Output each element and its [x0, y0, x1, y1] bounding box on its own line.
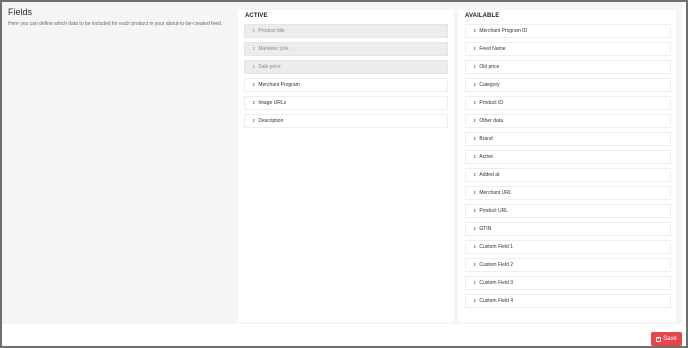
- active-field-item-label: Product title: [258, 28, 285, 34]
- available-field-item[interactable]: ⇕ Custom Field 3: [465, 276, 671, 290]
- available-field-item[interactable]: ⇕ Feed Name: [465, 42, 671, 56]
- drag-handle-icon[interactable]: ⇕: [473, 25, 476, 37]
- available-field-item-label: Added at: [479, 172, 500, 178]
- page-title: Fields: [8, 7, 33, 17]
- available-field-item-label: Product URL: [479, 208, 508, 214]
- drag-handle-icon[interactable]: ⇕: [473, 187, 476, 199]
- active-field-item[interactable]: ⇕ Marketer Link: [244, 42, 448, 56]
- available-field-item-label: Feed Name: [479, 46, 506, 52]
- active-column-title: ACTIVE: [245, 13, 268, 19]
- active-field-item-label: Description: [258, 118, 284, 124]
- available-field-item-label: Other data: [479, 118, 503, 124]
- available-field-item-label: Merchant Program ID: [479, 28, 528, 34]
- available-field-item[interactable]: ⇕ Active: [465, 150, 671, 164]
- available-field-item-label: Custom Field 1: [479, 244, 513, 250]
- drag-handle-icon[interactable]: ⇕: [252, 79, 255, 91]
- drag-handle-icon[interactable]: ⇕: [252, 43, 255, 55]
- available-field-item[interactable]: ⇕ Product URL: [465, 204, 671, 218]
- floppy-disk-icon: [656, 336, 662, 342]
- available-column-title: AVAILABLE: [465, 13, 500, 19]
- drag-handle-icon[interactable]: ⇕: [473, 79, 476, 91]
- active-field-item-label: Sale price: [258, 64, 281, 70]
- available-field-item[interactable]: ⇕ Other data: [465, 114, 671, 128]
- available-field-item-label: Category: [479, 82, 500, 88]
- active-fields-column: ACTIVE ⇕ Product title ⇕ Marketer Link ⇕ Sale…: [238, 10, 454, 322]
- available-field-item-label: Custom Field 4: [479, 298, 513, 304]
- drag-handle-icon[interactable]: ⇕: [252, 61, 255, 73]
- available-field-item-label: Old price: [479, 64, 500, 70]
- drag-handle-icon[interactable]: ⇕: [252, 97, 255, 109]
- available-field-item[interactable]: ⇕ Brand: [465, 132, 671, 146]
- active-field-item-label: Marketer Link: [258, 46, 289, 52]
- active-fields-list: ⇕ Product title ⇕ Marketer Link ⇕ Sale price ⇕…: [244, 24, 448, 128]
- drag-handle-icon[interactable]: ⇕: [473, 133, 476, 145]
- available-field-item-label: Brand: [479, 136, 493, 142]
- drag-handle-icon[interactable]: ⇕: [252, 25, 255, 37]
- active-field-item-label: Image URLs: [258, 100, 287, 106]
- drag-handle-icon[interactable]: ⇕: [252, 115, 255, 127]
- available-field-item-label: GTIN: [479, 226, 492, 232]
- available-field-item-label: Product ID: [479, 100, 503, 106]
- active-field-item-label: Merchant Program: [258, 82, 300, 88]
- drag-handle-icon[interactable]: ⇕: [473, 295, 476, 307]
- available-fields-list: ⇕ Merchant Program ID ⇕ Feed Name ⇕ Old price…: [464, 24, 671, 308]
- active-field-item[interactable]: ⇕ Sale price: [244, 60, 448, 74]
- drag-handle-icon[interactable]: ⇕: [473, 61, 476, 73]
- drag-handle-icon[interactable]: ⇕: [473, 205, 476, 217]
- page-description: Here you can define which data to be inc…: [8, 21, 223, 27]
- drag-handle-icon[interactable]: ⇕: [473, 241, 476, 253]
- save-button-label: Save: [663, 336, 677, 342]
- active-field-item[interactable]: ⇕ Image URLs: [244, 96, 448, 110]
- available-field-item[interactable]: ⇕ Old price: [465, 60, 671, 74]
- save-button[interactable]: Save: [651, 332, 682, 346]
- available-field-item-label: Merchant URL: [479, 190, 512, 196]
- drag-handle-icon[interactable]: ⇕: [473, 259, 476, 271]
- available-field-item[interactable]: ⇕ Merchant Program ID: [465, 24, 671, 38]
- drag-handle-icon[interactable]: ⇕: [473, 277, 476, 289]
- available-field-item[interactable]: ⇕ Custom Field 2: [465, 258, 671, 272]
- drag-handle-icon[interactable]: ⇕: [473, 169, 476, 181]
- available-field-item[interactable]: ⇕ Custom Field 4: [465, 294, 671, 308]
- available-field-item-label: Active: [479, 154, 493, 160]
- drag-handle-icon[interactable]: ⇕: [473, 97, 476, 109]
- drag-handle-icon[interactable]: ⇕: [473, 223, 476, 235]
- drag-handle-icon[interactable]: ⇕: [473, 151, 476, 163]
- available-field-item[interactable]: ⇕ GTIN: [465, 222, 671, 236]
- available-field-item[interactable]: ⇕ Product ID: [465, 96, 671, 110]
- available-fields-column: AVAILABLE ⇕ Merchant Program ID ⇕ Feed Name…: [458, 10, 676, 322]
- fields-content: ACTIVE ⇕ Product title ⇕ Marketer Link ⇕ Sale…: [234, 2, 682, 324]
- drag-handle-icon[interactable]: ⇕: [473, 43, 476, 55]
- active-field-item[interactable]: ⇕ Product title: [244, 24, 448, 38]
- available-field-item-label: Custom Field 3: [479, 280, 513, 286]
- available-field-item-label: Custom Field 2: [479, 262, 513, 268]
- available-field-item[interactable]: ⇕ Added at: [465, 168, 671, 182]
- available-field-item[interactable]: ⇕ Merchant URL: [465, 186, 671, 200]
- fields-info-panel: Fields Here you can define which data to…: [2, 2, 234, 324]
- active-field-item[interactable]: ⇕ Merchant Program: [244, 78, 448, 92]
- available-field-item[interactable]: ⇕ Category: [465, 78, 671, 92]
- fields-settings-window: Fields Here you can define which data to…: [2, 2, 686, 346]
- drag-handle-icon[interactable]: ⇕: [473, 115, 476, 127]
- active-field-item[interactable]: ⇕ Description: [244, 114, 448, 128]
- footer-bar: Save: [2, 324, 686, 346]
- available-field-item[interactable]: ⇕ Custom Field 1: [465, 240, 671, 254]
